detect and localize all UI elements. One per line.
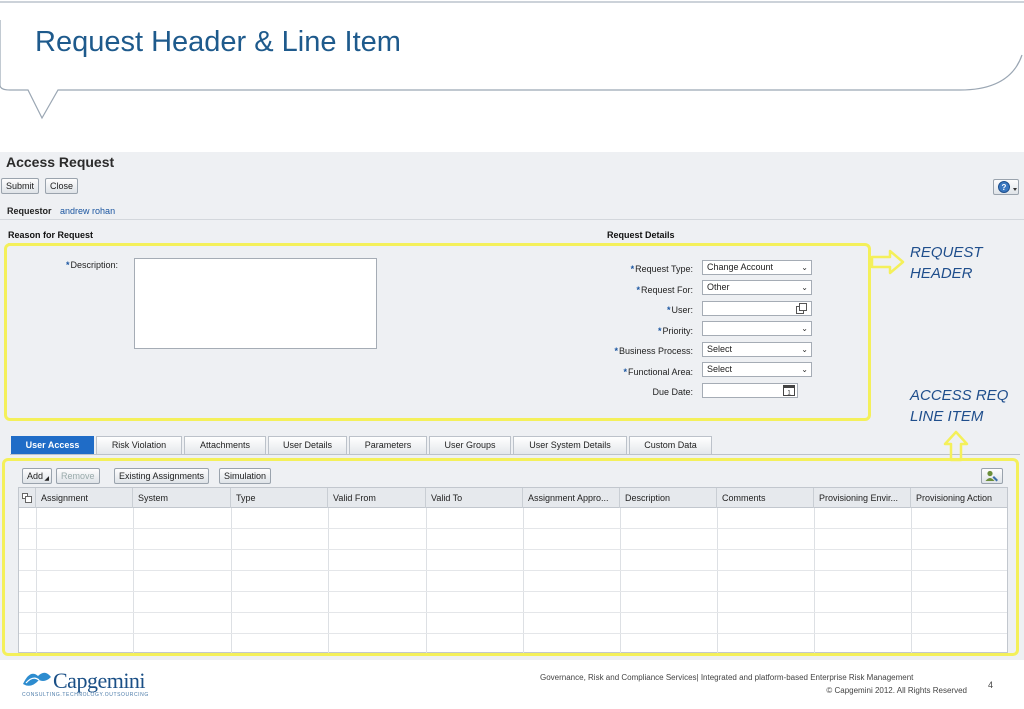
tab-custom-data[interactable]: Custom Data	[629, 436, 712, 454]
requestor-value[interactable]: andrew rohan	[60, 206, 115, 216]
reason-section-title: Reason for Request	[8, 230, 94, 240]
tab-user-access[interactable]: User Access	[11, 436, 94, 454]
line-item-annotation: ACCESS REQ LINE ITEM	[910, 387, 1009, 425]
title-frame-decoration	[0, 1, 1024, 120]
capgemini-logo-text: Capgemini	[53, 668, 146, 693]
page-number: 4	[988, 680, 994, 690]
help-button[interactable]: ?	[993, 179, 1019, 195]
requestor-bar: Requestor andrew rohan	[0, 202, 1024, 220]
capgemini-logo-icon	[23, 672, 51, 686]
line-item-highlight	[2, 458, 1019, 656]
close-button[interactable]: Close	[45, 178, 79, 194]
request-header-annotation: REQUEST HEADER	[910, 244, 983, 282]
tab-strip-divider	[10, 454, 1020, 455]
tab-user-system-details[interactable]: User System Details	[513, 436, 627, 454]
up-arrow-icon	[943, 430, 969, 462]
slide-title: Request Header & Line Item	[35, 26, 401, 58]
details-section-title: Request Details	[607, 230, 675, 240]
tab-user-groups[interactable]: User Groups	[429, 436, 511, 454]
page-title: Access Request	[6, 154, 115, 170]
footer-line-2: © Capgemini 2012. All Rights Reserved	[826, 686, 967, 695]
tab-attachments[interactable]: Attachments	[184, 436, 266, 454]
submit-button[interactable]: Submit	[1, 178, 40, 194]
tab-parameters[interactable]: Parameters	[349, 436, 427, 454]
capgemini-logo-tagline: CONSULTING.TECHNOLOGY.OUTSOURCING	[22, 692, 149, 698]
requestor-label: Requestor	[7, 206, 52, 216]
help-icon: ?	[998, 181, 1017, 193]
footer-line-1: Governance, Risk and Compliance Services…	[540, 673, 914, 682]
request-header-highlight	[4, 243, 871, 421]
svg-text:?: ?	[1002, 183, 1007, 192]
tab-risk-violation[interactable]: Risk Violation	[96, 436, 182, 454]
right-arrow-icon	[870, 249, 905, 275]
tab-user-details[interactable]: User Details	[268, 436, 347, 454]
